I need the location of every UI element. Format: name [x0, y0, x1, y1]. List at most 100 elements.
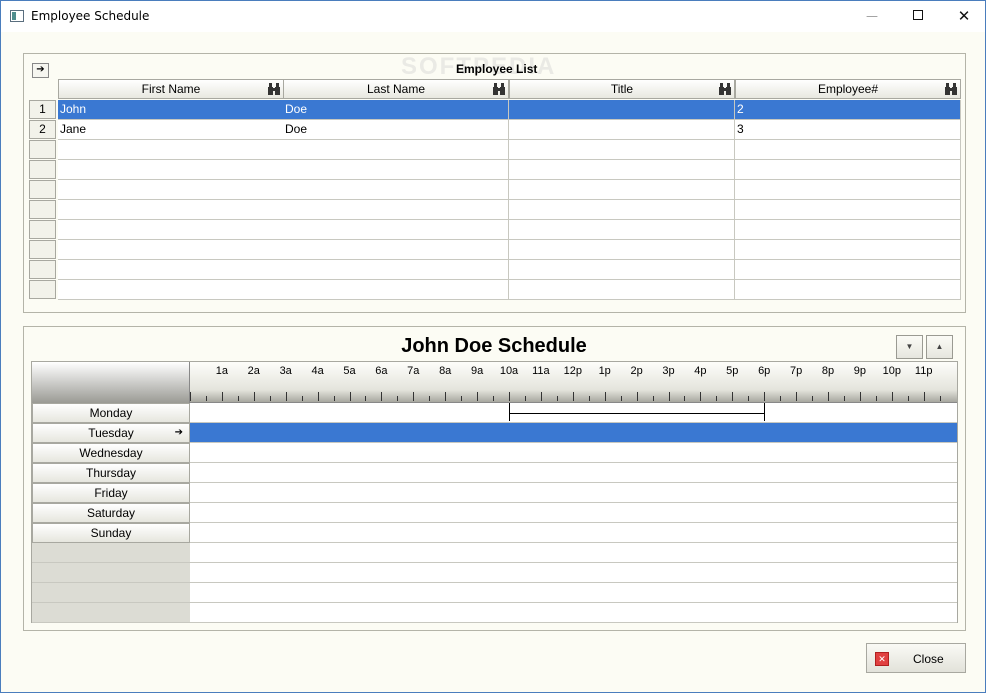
day-label-friday[interactable]: Friday: [32, 483, 190, 503]
row-header[interactable]: [29, 200, 56, 219]
empty-cell[interactable]: [58, 180, 284, 200]
empty-cell[interactable]: [283, 260, 509, 280]
empty-cell[interactable]: [283, 240, 509, 260]
empty-cell[interactable]: [509, 180, 735, 200]
binoculars-icon[interactable]: [492, 82, 506, 96]
binoculars-icon[interactable]: [267, 82, 281, 96]
time-tick: [859, 392, 861, 401]
navigate-arrow-button[interactable]: ➔: [32, 63, 49, 78]
hour-label: 9p: [853, 365, 867, 377]
time-tick: [556, 396, 558, 401]
row-header[interactable]: [29, 180, 56, 199]
schedule-row[interactable]: [190, 503, 957, 523]
empty-cell[interactable]: [283, 140, 509, 160]
empty-cell[interactable]: [58, 240, 284, 260]
schedule-row[interactable]: [190, 563, 957, 583]
time-tick: [923, 392, 925, 401]
day-label-wednesday[interactable]: Wednesday: [32, 443, 190, 463]
maximize-icon: [913, 10, 923, 20]
empty-cell[interactable]: [735, 220, 961, 240]
schedule-row[interactable]: [190, 483, 957, 503]
shift-bar[interactable]: [509, 413, 765, 414]
hour-label: 9a: [470, 365, 484, 377]
table-cell-title[interactable]: [509, 120, 735, 140]
row-header[interactable]: [29, 260, 56, 279]
row-header[interactable]: 2: [29, 120, 56, 139]
column-header[interactable]: First Name: [58, 79, 284, 99]
hour-label: 11a: [532, 365, 550, 377]
empty-cell[interactable]: [283, 180, 509, 200]
empty-cell[interactable]: [735, 140, 961, 160]
time-tick: [716, 396, 718, 401]
empty-cell[interactable]: [509, 200, 735, 220]
schedule-row[interactable]: [190, 403, 957, 423]
empty-day-row: [32, 603, 190, 623]
column-header-label: First Name: [141, 82, 201, 96]
table-cell-first[interactable]: Jane: [58, 120, 284, 140]
schedule-grid: 1a 2a 3a 4a 5a 6a 7a 8a 9a 10a 11a 12p 1p 2p 3p 4p 5p 6p 7…: [31, 361, 958, 623]
row-header[interactable]: [29, 280, 56, 299]
empty-cell[interactable]: [58, 200, 284, 220]
day-label-saturday[interactable]: Saturday: [32, 503, 190, 523]
row-header[interactable]: [29, 160, 56, 179]
empty-cell[interactable]: [509, 240, 735, 260]
schedule-row[interactable]: [190, 583, 957, 603]
binoculars-icon[interactable]: [718, 82, 732, 96]
empty-cell[interactable]: [735, 280, 961, 300]
empty-cell[interactable]: [58, 280, 284, 300]
empty-cell[interactable]: [509, 280, 735, 300]
row-header[interactable]: 1: [29, 100, 56, 119]
day-label-thursday[interactable]: Thursday: [32, 463, 190, 483]
column-header[interactable]: Last Name: [283, 79, 509, 99]
schedule-row[interactable]: [190, 603, 957, 623]
row-header[interactable]: [29, 220, 56, 239]
empty-cell[interactable]: [58, 220, 284, 240]
table-cell-last[interactable]: Doe: [283, 100, 509, 120]
empty-cell[interactable]: [58, 160, 284, 180]
shift-start[interactable]: [509, 403, 510, 421]
empty-cell[interactable]: [735, 240, 961, 260]
minimize-button[interactable]: —: [849, 1, 895, 32]
scroll-up-button[interactable]: ▲: [926, 335, 953, 359]
scroll-down-button[interactable]: ▼: [896, 335, 923, 359]
empty-cell[interactable]: [283, 220, 509, 240]
close-window-button[interactable]: ✕: [941, 1, 986, 32]
day-label-tuesday[interactable]: Tuesday ➔: [32, 423, 190, 443]
shift-end[interactable]: [764, 403, 766, 421]
empty-cell[interactable]: [58, 260, 284, 280]
empty-cell[interactable]: [283, 160, 509, 180]
schedule-row[interactable]: [190, 443, 957, 463]
time-tick: [285, 392, 287, 401]
empty-cell[interactable]: [735, 200, 961, 220]
table-cell-title[interactable]: [509, 100, 735, 120]
table-cell-empno[interactable]: 2: [735, 100, 961, 120]
row-header[interactable]: [29, 240, 56, 259]
table-cell-empno[interactable]: 3: [735, 120, 961, 140]
schedule-row[interactable]: [190, 543, 957, 563]
table-cell-first[interactable]: John: [58, 100, 284, 120]
day-label-sunday[interactable]: Sunday: [32, 523, 190, 543]
table-cell-last[interactable]: Doe: [283, 120, 509, 140]
empty-cell[interactable]: [735, 160, 961, 180]
schedule-row[interactable]: [190, 423, 957, 443]
time-tick: [907, 396, 909, 401]
empty-cell[interactable]: [283, 280, 509, 300]
empty-cell[interactable]: [735, 260, 961, 280]
row-header[interactable]: [29, 140, 56, 159]
empty-cell[interactable]: [58, 140, 284, 160]
empty-cell[interactable]: [509, 260, 735, 280]
empty-cell[interactable]: [509, 160, 735, 180]
close-icon: ✕: [875, 652, 889, 666]
empty-cell[interactable]: [735, 180, 961, 200]
empty-cell[interactable]: [509, 140, 735, 160]
schedule-row[interactable]: [190, 463, 957, 483]
maximize-button[interactable]: [895, 1, 941, 32]
column-header[interactable]: Employee#: [735, 79, 961, 99]
close-button[interactable]: ✕ Close: [866, 643, 966, 673]
column-header[interactable]: Title: [509, 79, 735, 99]
day-label-monday[interactable]: Monday: [32, 403, 190, 423]
binoculars-icon[interactable]: [944, 82, 958, 96]
empty-cell[interactable]: [509, 220, 735, 240]
schedule-row[interactable]: [190, 523, 957, 543]
empty-cell[interactable]: [283, 200, 509, 220]
